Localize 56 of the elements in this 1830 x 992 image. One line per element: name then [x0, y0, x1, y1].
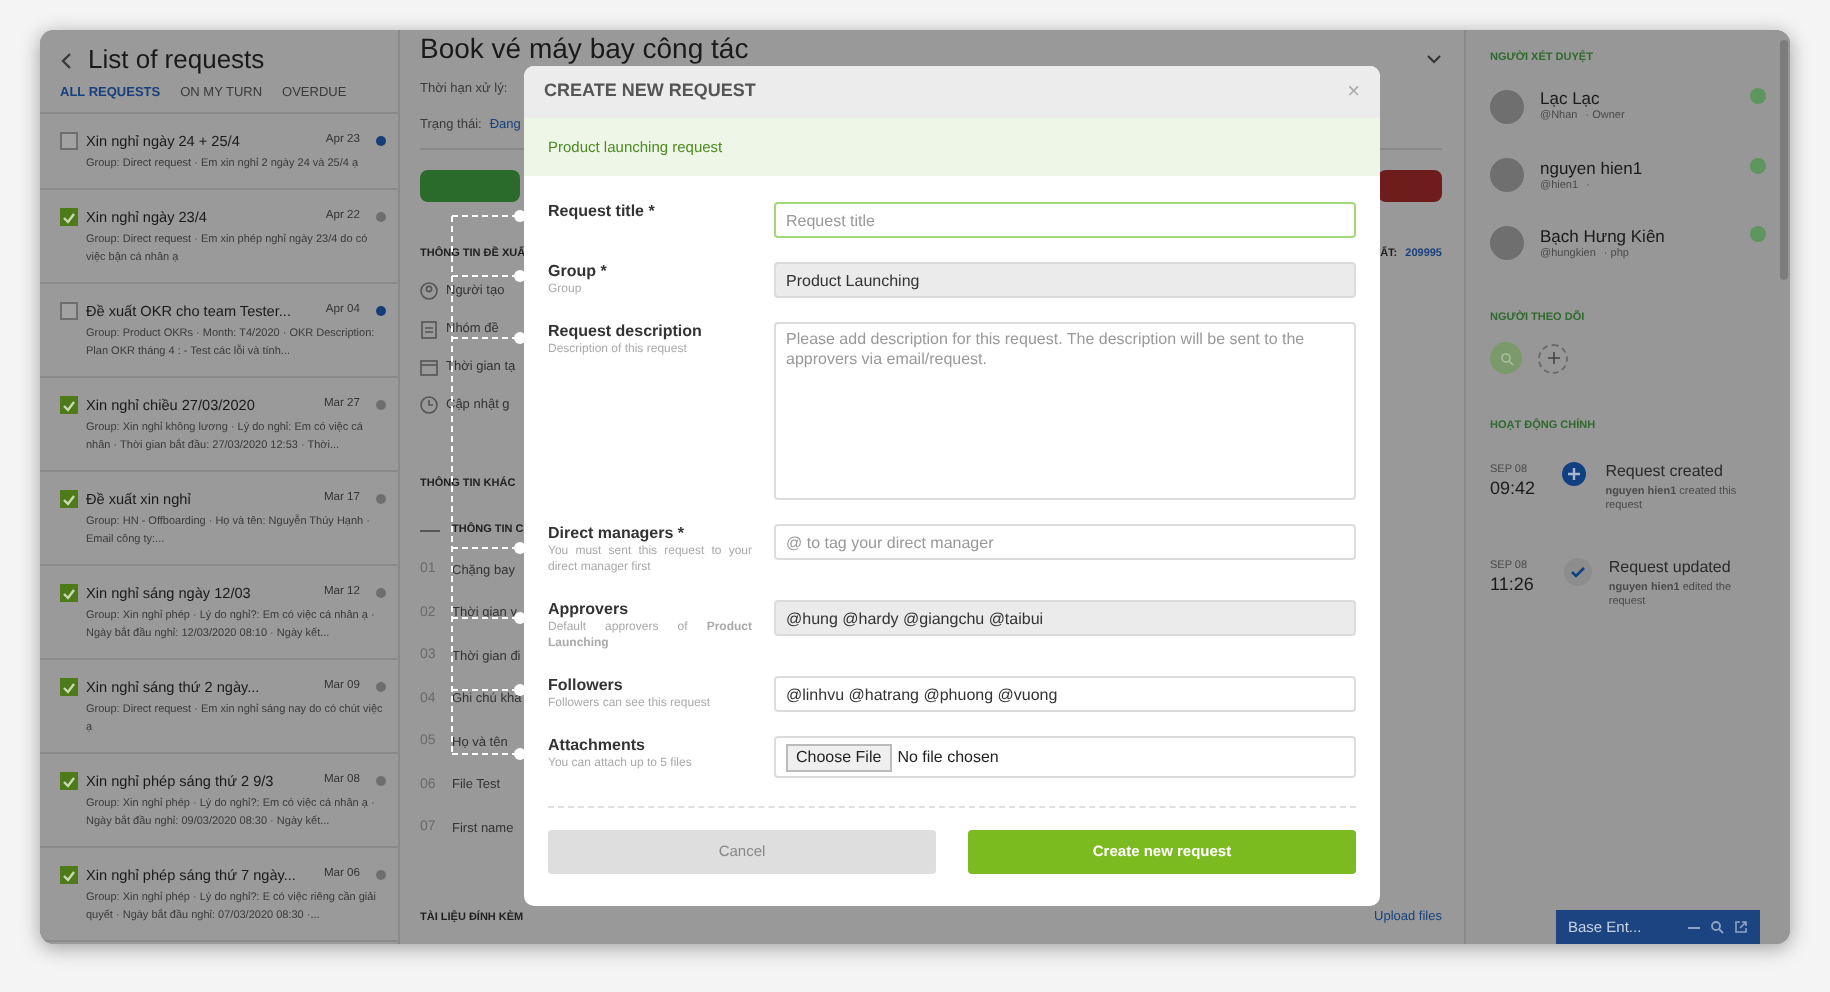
approve-button[interactable] — [420, 169, 520, 201]
field-label: Followers — [548, 676, 625, 696]
activity-title: Request updated — [1608, 557, 1733, 577]
request-heading: Book vé máy bay công tác — [420, 32, 749, 64]
approver-name: nguyen hien1 — [1540, 157, 1645, 177]
modal-title: CREATE NEW REQUEST — [544, 78, 756, 105]
calendar-icon — [420, 357, 438, 378]
chevron-down-icon — [1426, 53, 1442, 63]
clipboard-icon — [420, 319, 438, 340]
add-follower-button[interactable] — [1538, 343, 1568, 374]
avatar — [1490, 226, 1524, 261]
approver-name: Bạch Hưng Kiên — [1540, 225, 1667, 246]
activity-time: 11:26 — [1490, 573, 1536, 594]
external-link-icon — [1734, 920, 1748, 934]
checkbox[interactable] — [60, 866, 78, 884]
avatar — [1490, 89, 1524, 124]
file-field[interactable]: Choose File No file chosen — [774, 736, 1356, 778]
field-label: Request description — [548, 322, 704, 342]
activity-title: Request created — [1605, 461, 1725, 481]
minimize-icon — [1688, 921, 1700, 933]
field-label: Request title * — [548, 202, 657, 222]
checkbox[interactable] — [60, 132, 78, 150]
reject-button[interactable] — [1378, 169, 1442, 201]
file-status: No file chosen — [897, 745, 999, 769]
checkbox[interactable] — [60, 772, 78, 790]
field-label: Direct managers * — [548, 524, 687, 544]
search-icon — [1499, 351, 1513, 366]
checkbox[interactable] — [60, 678, 78, 696]
checkmark-icon — [1563, 557, 1592, 585]
scrollbar[interactable] — [1780, 40, 1788, 280]
approver-name: Lạc Lạc — [1540, 88, 1602, 109]
checkbox[interactable] — [60, 302, 78, 320]
choose-file-button[interactable]: Choose File — [786, 743, 892, 771]
chevron-left-icon — [60, 51, 72, 69]
plus-icon — [1547, 352, 1559, 365]
back-button[interactable] — [60, 51, 72, 69]
plus-icon — [1562, 461, 1587, 485]
input-field[interactable]: Product Launching — [774, 262, 1356, 298]
description-field[interactable]: Please add description for this request. The description will be sent to the approvers via email/request. — [774, 322, 1356, 500]
avatar — [1490, 158, 1524, 193]
input-field[interactable]: @hung @hardy @giangchu @taibui — [774, 600, 1356, 636]
person-icon — [420, 281, 438, 302]
input-field[interactable]: @linhvu @hatrang @phuong @vuong — [774, 676, 1356, 712]
field-label: Attachments — [548, 736, 647, 756]
search-icon — [1710, 920, 1724, 934]
checkbox[interactable] — [60, 208, 78, 226]
field-label: Group * — [548, 262, 609, 282]
checkbox[interactable] — [60, 396, 78, 414]
activity-time: 09:42 — [1490, 477, 1538, 498]
checkbox[interactable] — [60, 584, 78, 602]
panel-title: List of requests — [88, 44, 265, 76]
checkbox[interactable] — [60, 490, 78, 508]
input-field[interactable]: @ to tag your direct manager — [774, 524, 1356, 560]
clock-icon — [420, 395, 438, 416]
field-label: Approvers — [548, 600, 631, 620]
input-field[interactable]: Request title — [774, 202, 1356, 238]
